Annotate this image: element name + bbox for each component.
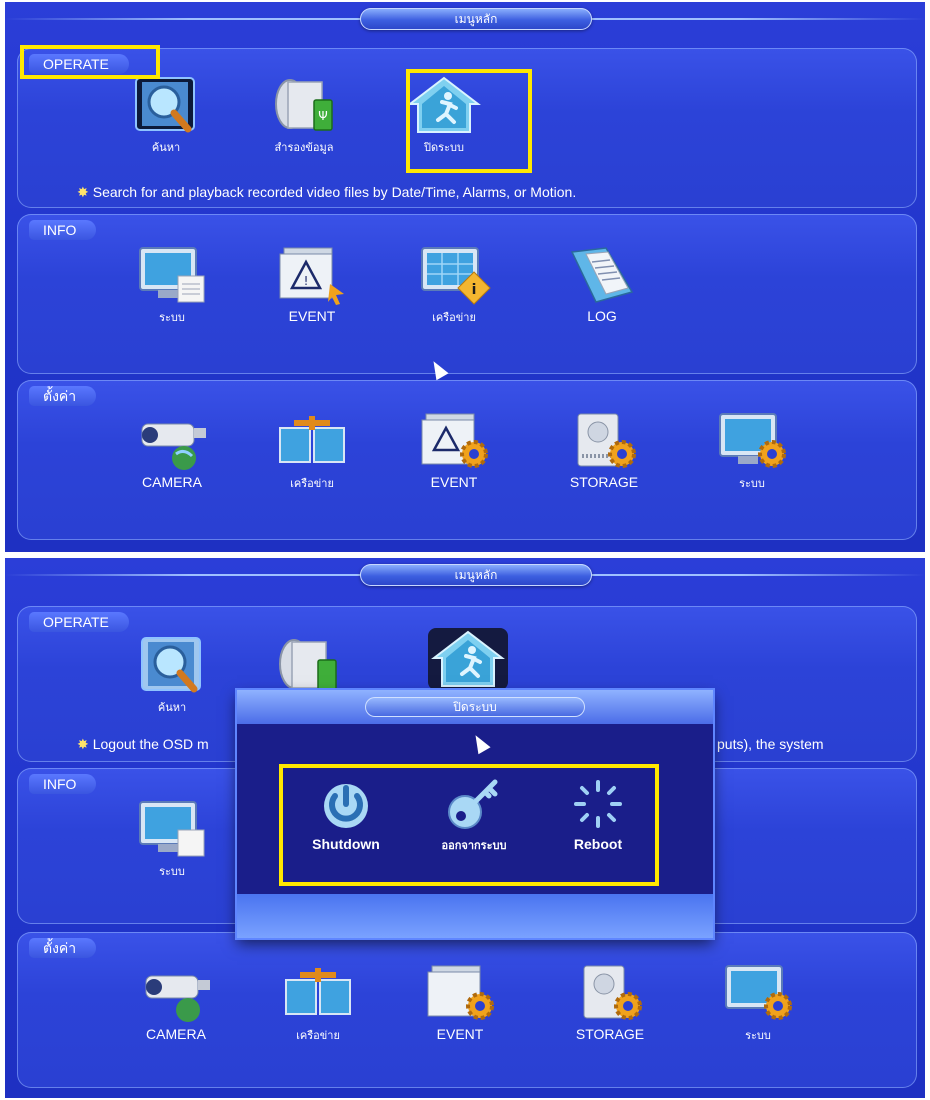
- info-system-item[interactable]: ระบบ: [127, 798, 217, 880]
- settings-camera-item[interactable]: CAMERA: [127, 410, 217, 490]
- storage-settings-icon: [570, 962, 650, 1024]
- settings-system-item[interactable]: ระบบ: [713, 962, 803, 1044]
- info-panel: INFO ระบบ ! EVENT i เครือข่าย LOG: [17, 214, 917, 374]
- info-header: INFO: [29, 774, 97, 794]
- info-network-label: เครือข่าย: [432, 312, 476, 324]
- operate-hint-text: Search for and playback recorded video f…: [92, 184, 577, 200]
- info-system-label: ระบบ: [159, 312, 185, 324]
- network-info-icon: i: [414, 244, 494, 306]
- settings-network-label: เครือข่าย: [296, 1030, 340, 1042]
- info-log-label: LOG: [587, 308, 617, 324]
- backup-usb-icon: [268, 634, 348, 696]
- settings-camera-label: CAMERA: [142, 474, 202, 490]
- event-settings-icon: [420, 962, 500, 1024]
- highlight-dialog-options: [279, 764, 659, 886]
- settings-event-label: EVENT: [436, 1026, 484, 1042]
- operate-hint-right-text: puts), the system: [717, 736, 824, 752]
- info-network-item[interactable]: i เครือข่าย: [409, 244, 499, 326]
- settings-panel: ตั้งค่า CAMERA เครือข่าย EVENT STORAGE ร…: [17, 932, 917, 1088]
- info-header: INFO: [29, 220, 97, 240]
- settings-header: ตั้งค่า: [29, 938, 97, 958]
- info-event-label: EVENT: [288, 308, 336, 324]
- storage-settings-icon: [564, 410, 644, 472]
- settings-header: ตั้งค่า: [29, 386, 97, 406]
- svg-text:Ψ: Ψ: [318, 109, 327, 123]
- settings-event-item[interactable]: EVENT: [409, 410, 499, 490]
- main-menu-screen-1: เมนูหลัก OPERATE ค้นหา Ψ สำรองข้อมูล ปิด…: [5, 2, 925, 552]
- settings-event-label: EVENT: [430, 474, 478, 490]
- main-menu-title: เมนูหลัก: [360, 8, 592, 30]
- backup-usb-icon: Ψ: [264, 74, 344, 136]
- highlight-shutdown: [406, 69, 532, 173]
- system-info-icon: [132, 798, 212, 860]
- system-info-icon: [132, 244, 212, 306]
- hint-bulb-icon: ✸: [77, 184, 89, 200]
- search-label: ค้นหา: [151, 142, 181, 154]
- highlight-operate: [20, 45, 160, 79]
- settings-storage-label: STORAGE: [575, 1026, 645, 1042]
- operate-hint-left-text: Logout the OSD m: [92, 736, 209, 752]
- info-system-item[interactable]: ระบบ: [127, 244, 217, 326]
- info-system-label: ระบบ: [159, 866, 185, 878]
- dialog-footer: [237, 894, 713, 938]
- settings-storage-label: STORAGE: [569, 474, 639, 490]
- search-menu-item[interactable]: ค้นหา: [121, 74, 211, 156]
- search-playback-icon: [126, 74, 206, 136]
- settings-network-item[interactable]: เครือข่าย: [267, 410, 357, 492]
- network-settings-icon: [272, 410, 352, 472]
- event-settings-icon: [414, 410, 494, 472]
- settings-system-item[interactable]: ระบบ: [707, 410, 797, 492]
- shutdown-menu-item[interactable]: [423, 628, 513, 690]
- camera-icon: [136, 962, 216, 1024]
- mouse-cursor-icon: [469, 731, 491, 755]
- search-playback-icon: [132, 634, 212, 696]
- system-settings-icon: [718, 962, 798, 1024]
- info-log-item[interactable]: LOG: [557, 244, 647, 324]
- svg-text:i: i: [472, 282, 477, 298]
- event-warning-icon: !: [272, 244, 352, 306]
- backup-menu-item[interactable]: [263, 634, 353, 696]
- operate-hint: ✸ Search for and playback recorded video …: [77, 184, 576, 201]
- hint-bulb-icon: ✸: [77, 736, 89, 752]
- backup-label: สำรองข้อมูล: [274, 142, 334, 154]
- search-menu-item[interactable]: ค้นหา: [127, 634, 217, 716]
- settings-system-label: ระบบ: [739, 478, 765, 490]
- settings-camera-item[interactable]: CAMERA: [131, 962, 221, 1042]
- settings-storage-item[interactable]: STORAGE: [559, 410, 649, 490]
- settings-network-label: เครือข่าย: [290, 478, 334, 490]
- shutdown-house-icon: [428, 628, 508, 690]
- main-menu-screen-2: เมนูหลัก OPERATE ค้นหา ✸ Logout the OSD …: [5, 558, 925, 1098]
- backup-menu-item[interactable]: Ψ สำรองข้อมูล: [259, 74, 349, 156]
- camera-icon: [132, 410, 212, 472]
- settings-camera-label: CAMERA: [146, 1026, 206, 1042]
- network-settings-icon: [278, 962, 358, 1024]
- info-event-item[interactable]: ! EVENT: [267, 244, 357, 324]
- dialog-title: ปิดระบบ: [365, 697, 585, 717]
- operate-hint-left: ✸ Logout the OSD m: [77, 736, 209, 753]
- operate-header: OPERATE: [29, 612, 129, 632]
- main-menu-title: เมนูหลัก: [360, 564, 592, 586]
- log-book-icon: [562, 244, 642, 306]
- system-settings-icon: [712, 410, 792, 472]
- settings-system-label: ระบบ: [745, 1030, 771, 1042]
- svg-text:!: !: [304, 274, 309, 288]
- settings-network-item[interactable]: เครือข่าย: [273, 962, 363, 1044]
- settings-storage-item[interactable]: STORAGE: [565, 962, 655, 1042]
- settings-panel: ตั้งค่า CAMERA เครือข่าย EVENT STORAGE ร…: [17, 380, 917, 540]
- search-label: ค้นหา: [157, 702, 187, 714]
- settings-event-item[interactable]: EVENT: [415, 962, 505, 1042]
